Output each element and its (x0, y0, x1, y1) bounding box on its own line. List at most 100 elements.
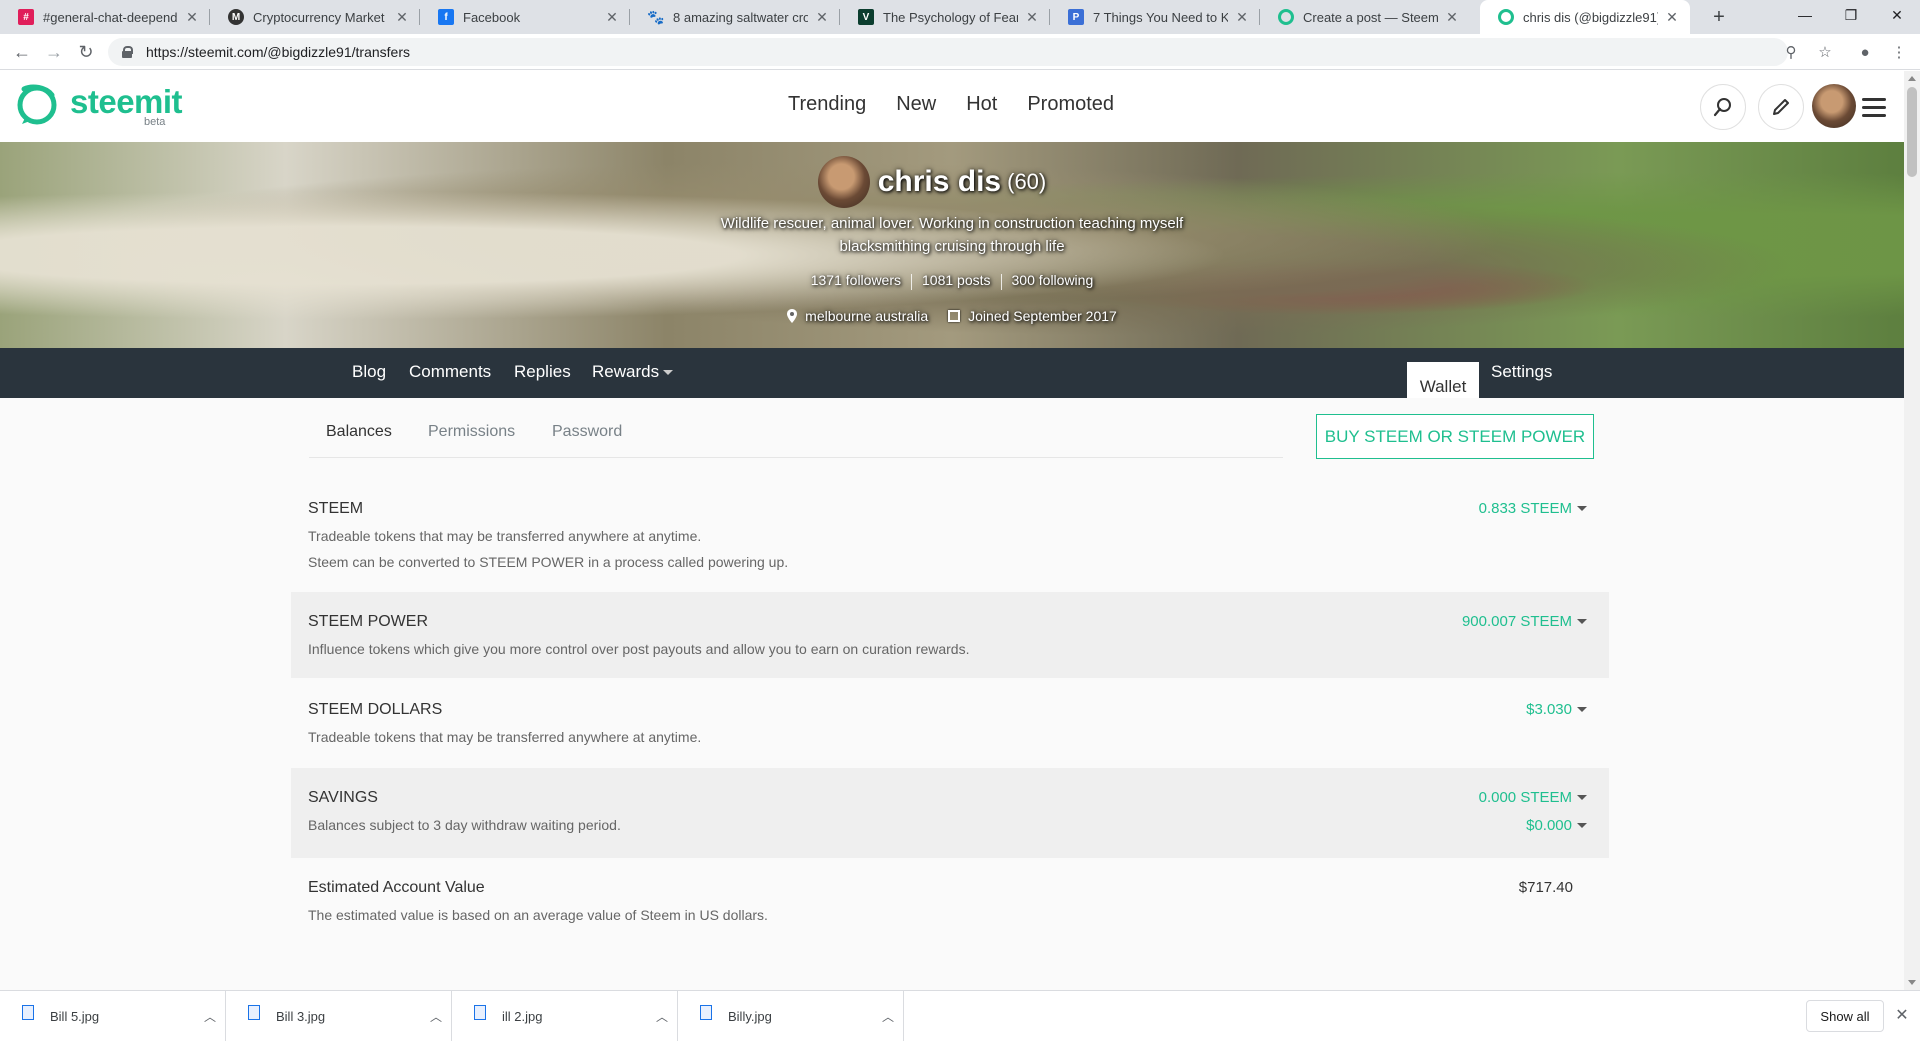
close-icon[interactable]: ✕ (1024, 9, 1040, 26)
browser-tab[interactable]: M Cryptocurrency Market Cap ✕ (210, 0, 420, 34)
image-file-icon (248, 1004, 260, 1020)
amount-value: 900.007 STEEM (1461, 613, 1572, 630)
scroll-thumb[interactable] (1907, 87, 1917, 177)
close-icon[interactable]: ✕ (814, 9, 830, 26)
coinmarketcap-icon: M (228, 9, 244, 25)
browser-toolbar: ← → ↻ https://steemit.com/@bigdizzle91/t… (0, 34, 1920, 70)
steem-dollars-amount-dropdown[interactable]: $3.030 (1526, 701, 1587, 718)
browser-tab[interactable]: P 7 Things You Need to Know ✕ (1050, 0, 1260, 34)
pencil-icon (1773, 99, 1789, 115)
download-item[interactable]: Billy.jpg ︿ (678, 991, 904, 1041)
article-icon: P (1068, 9, 1084, 25)
star-icon[interactable]: ☆ (1816, 43, 1834, 61)
profile-name-row: chris dis (60) (0, 156, 1904, 208)
tab-rewards[interactable]: Rewards (592, 362, 674, 382)
browser-tab[interactable]: Create a post — Steemit ✕ (1260, 0, 1470, 34)
download-item[interactable]: Bill 5.jpg ︿ (0, 991, 226, 1041)
restore-icon[interactable]: ❐ (1828, 0, 1874, 30)
page-scrollbar[interactable] (1904, 71, 1920, 990)
amount-value: $3.030 (1526, 701, 1572, 718)
close-icon[interactable]: ✕ (1444, 9, 1460, 26)
balance-label: STEEM (308, 500, 364, 517)
search-button[interactable] (1700, 84, 1746, 130)
close-icon[interactable]: ✕ (394, 9, 410, 26)
close-icon[interactable]: ✕ (1664, 9, 1680, 26)
nav-promoted[interactable]: Promoted (1027, 93, 1114, 116)
write-post-button[interactable] (1758, 84, 1804, 130)
nav-trending[interactable]: Trending (788, 93, 866, 116)
hamburger-menu-icon[interactable] (1862, 98, 1886, 118)
steem-power-amount-dropdown[interactable]: 900.007 STEEM (1462, 613, 1587, 630)
scroll-down-icon[interactable] (1908, 980, 1916, 985)
reload-icon[interactable]: ↻ (74, 40, 98, 64)
browser-tab[interactable]: f Facebook ✕ (420, 0, 630, 34)
savings-sbd-amount-dropdown[interactable]: $0.000 (1526, 817, 1587, 834)
browser-tab[interactable]: 🐾 8 amazing saltwater crocod ✕ (630, 0, 840, 34)
window-close-icon[interactable]: ✕ (1874, 0, 1920, 30)
close-downloads-icon[interactable]: ✕ (1892, 1005, 1912, 1025)
tab-title: 8 amazing saltwater crocod (673, 9, 808, 25)
tab-title: chris dis (@bigdizzle91) — S (1523, 9, 1658, 25)
balance-description: Tradeable tokens that may be transferred… (308, 729, 702, 745)
slack-icon: # (18, 9, 34, 25)
chevron-down-icon (663, 370, 674, 376)
following-link[interactable]: 300 following (1002, 272, 1104, 290)
buy-steem-button[interactable]: BUY STEEM OR STEEM POWER (1316, 414, 1594, 459)
close-icon[interactable]: ✕ (604, 9, 620, 26)
joined-text: Joined September 2017 (968, 308, 1117, 324)
tab-comments[interactable]: Comments (409, 362, 491, 382)
back-icon[interactable]: ← (10, 40, 34, 64)
download-item[interactable]: Bill 3.jpg ︿ (226, 991, 452, 1041)
url-text[interactable]: https://steemit.com/@bigdizzle91/transfe… (146, 44, 410, 60)
savings-steem-amount-dropdown[interactable]: 0.000 STEEM (1479, 789, 1587, 806)
tab-title: Cryptocurrency Market Cap (253, 9, 388, 25)
balance-row-savings: SAVINGS Balances subject to 3 day withdr… (291, 768, 1609, 858)
joined-date: Joined September 2017 (948, 308, 1117, 324)
browser-tab-active[interactable]: chris dis (@bigdizzle91) — S ✕ (1480, 0, 1690, 34)
zoom-icon[interactable]: ⚲ (1782, 43, 1800, 61)
main-nav: Trending New Hot Promoted (788, 93, 1144, 116)
new-tab-button[interactable]: + (1705, 5, 1733, 29)
search-icon (1713, 98, 1731, 117)
browser-tab[interactable]: V The Psychology of Fear ✕ (840, 0, 1050, 34)
chevron-up-icon[interactable]: ︿ (195, 1008, 225, 1025)
tab-title: #general-chat-deepend (43, 9, 178, 25)
tab-title: The Psychology of Fear (883, 9, 1018, 25)
close-icon[interactable]: ✕ (184, 9, 200, 26)
user-avatar[interactable] (1812, 84, 1856, 128)
caret-down-icon (1577, 795, 1587, 800)
tab-settings[interactable]: Settings (1491, 362, 1552, 382)
profile-icon[interactable]: ● (1856, 43, 1874, 61)
address-bar[interactable]: https://steemit.com/@bigdizzle91/transfe… (108, 38, 1788, 66)
show-all-downloads-button[interactable]: Show all (1806, 1000, 1884, 1032)
chevron-up-icon[interactable]: ︿ (873, 1008, 903, 1025)
chevron-up-icon[interactable]: ︿ (421, 1008, 451, 1025)
tab-blog[interactable]: Blog (352, 362, 386, 382)
steem-amount-dropdown[interactable]: 0.833 STEEM (1479, 500, 1587, 517)
subtab-permissions[interactable]: Permissions (428, 423, 515, 441)
tab-replies[interactable]: Replies (514, 362, 571, 382)
chevron-up-icon[interactable]: ︿ (647, 1008, 677, 1025)
menu-kebab-icon[interactable]: ⋮ (1890, 43, 1908, 61)
nav-hot[interactable]: Hot (966, 93, 997, 116)
browser-tab[interactable]: # #general-chat-deepend ✕ (0, 0, 210, 34)
profile-name: chris dis (877, 165, 1002, 198)
balance-label: Estimated Account Value (308, 879, 485, 896)
followers-link[interactable]: 1371 followers (801, 272, 911, 290)
image-file-icon (700, 1004, 712, 1020)
balance-row-steem-dollars: STEEM DOLLARS Tradeable tokens that may … (291, 678, 1609, 768)
wallet-content: Balances Permissions Password BUY STEEM … (0, 398, 1904, 990)
minimize-icon[interactable]: — (1782, 0, 1828, 30)
subtab-balances[interactable]: Balances (326, 423, 392, 441)
caret-down-icon (1577, 707, 1587, 712)
scroll-up-icon[interactable] (1908, 76, 1916, 81)
close-icon[interactable]: ✕ (1234, 9, 1250, 26)
nav-new[interactable]: New (896, 93, 936, 116)
caret-down-icon (1577, 619, 1587, 624)
download-filename: Bill 5.jpg (50, 1008, 100, 1024)
forward-icon[interactable]: → (42, 40, 66, 64)
reputation-score: (60) (1007, 169, 1047, 194)
subtab-password[interactable]: Password (552, 423, 622, 441)
download-item[interactable]: ill 2.jpg ︿ (452, 991, 678, 1041)
posts-count: 1081 posts (922, 272, 991, 288)
